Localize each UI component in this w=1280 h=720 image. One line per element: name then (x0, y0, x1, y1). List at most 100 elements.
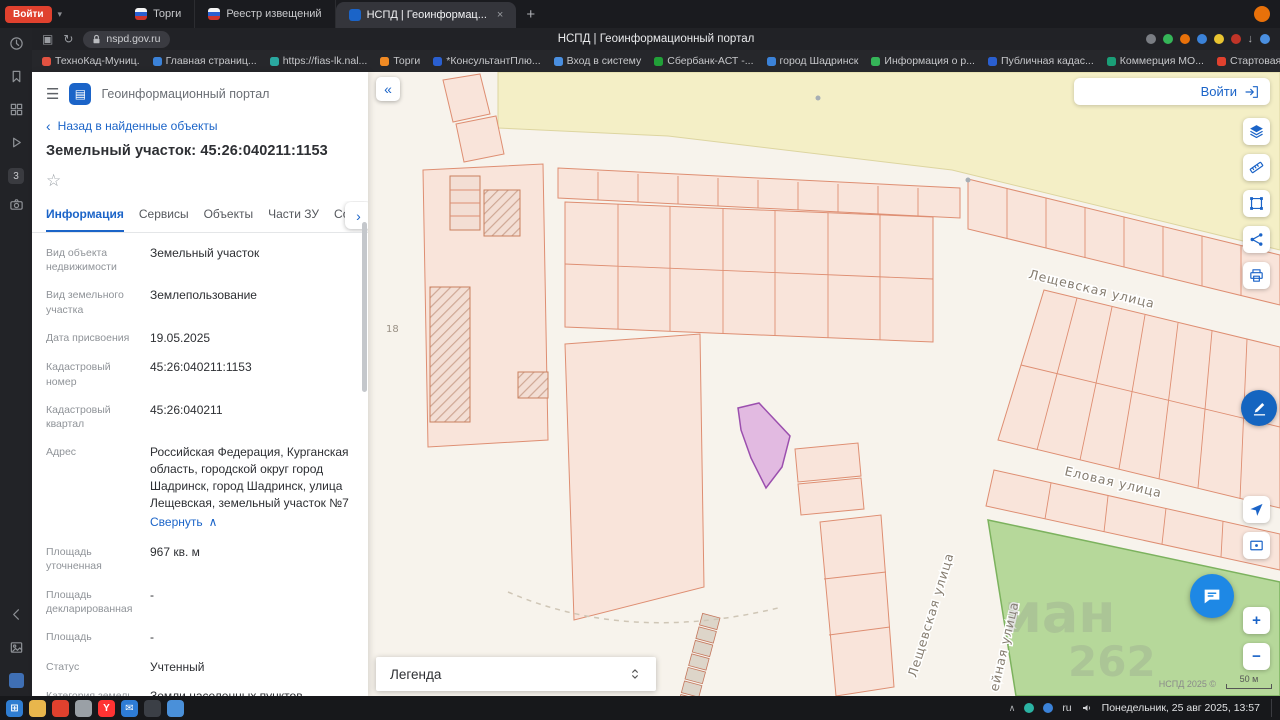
bookmark[interactable]: Информация о р... (871, 55, 975, 67)
print-button[interactable] (1243, 262, 1270, 289)
extensions-area: ↓ (1145, 33, 1270, 45)
apps-grid-icon[interactable] (9, 102, 24, 122)
panel-scrollbar[interactable] (362, 222, 367, 392)
browser-addressbar: ▣ ↻ nspd.gov.ru НСПД | Геоинформационный… (32, 28, 1280, 50)
bookmark[interactable]: *КонсультантПлю... (433, 55, 541, 67)
bookmark-favicon (433, 56, 443, 66)
url-field[interactable]: nspd.gov.ru (83, 30, 170, 48)
map-attribution: НСПД 2025 © (1158, 679, 1216, 689)
start-button[interactable]: ⊞ (6, 699, 23, 717)
field-row: Площадь - (46, 629, 154, 644)
bookmark[interactable]: https://fias-lk.nal... (269, 55, 367, 67)
back-link[interactable]: ‹ Назад в найденные объекты (32, 109, 368, 135)
clock[interactable]: Понедельник, 25 авг 2025, 13:57 (1102, 703, 1260, 714)
tab-services[interactable]: Сервисы (139, 207, 189, 232)
tab-favicon (208, 8, 221, 20)
history-icon[interactable] (9, 36, 24, 56)
browser-tab-reestr[interactable]: Реестр извещений (195, 0, 336, 28)
tab-close-icon[interactable]: × (497, 9, 503, 21)
browser-profile-button[interactable]: Войти (5, 5, 52, 23)
browser-tab-nspd-active[interactable]: НСПД | Геоинформац... × (335, 2, 517, 28)
extension-icon[interactable] (1179, 34, 1190, 44)
layers-button[interactable] (1243, 118, 1270, 145)
language-indicator[interactable]: ru (1062, 702, 1071, 714)
share-button[interactable] (1243, 226, 1270, 253)
bookmark[interactable]: город Шадринск (766, 55, 858, 67)
tab-objects[interactable]: Объекты (204, 207, 254, 232)
map-scale-area: НСПД 2025 © 50 м (1159, 674, 1272, 689)
collapse-rail-icon[interactable] (9, 607, 24, 627)
browser-avatar[interactable] (1254, 6, 1270, 22)
bookmark[interactable]: Главная страниц... (152, 55, 257, 67)
tab-information[interactable]: Информация (46, 207, 124, 232)
extension-icon[interactable] (1230, 34, 1241, 44)
app-icon-gray[interactable] (75, 699, 92, 717)
terminal-icon[interactable] (144, 699, 161, 717)
taskbar-apps: ⊞ Y ✉ (0, 699, 184, 717)
side-panel-icon[interactable]: ▣ (42, 32, 53, 46)
bookmark-icon[interactable] (9, 69, 24, 89)
map-point (815, 95, 821, 101)
camera-icon[interactable] (9, 197, 24, 217)
bookmark[interactable]: Публичная кадас... (987, 55, 1094, 67)
play-icon[interactable] (9, 135, 24, 155)
bookmark-favicon (871, 56, 881, 66)
extension-icon[interactable] (1145, 34, 1156, 44)
profile-icon[interactable] (1260, 34, 1270, 44)
bookmark-favicon (553, 56, 563, 66)
downloads-icon[interactable]: ↓ (1248, 33, 1254, 45)
bookmark[interactable]: Вход в систему (553, 55, 641, 67)
browser-tabstrip: Войти ▾ Торги Реестр извещений НСПД | Ге… (0, 0, 1280, 28)
extension-icon[interactable] (1162, 34, 1173, 44)
nspd-logo: ▤ (69, 83, 92, 105)
map-viewport[interactable]: Лещевская улица Лещевская улица Еловая у… (368, 72, 1280, 696)
reload-icon[interactable]: ↻ (63, 32, 73, 46)
map-point (965, 177, 971, 183)
extension-icon[interactable] (1196, 34, 1207, 44)
collapse-panel-button[interactable]: « (376, 77, 400, 101)
mail-icon[interactable]: ✉ (121, 699, 138, 717)
app-icon-red[interactable] (52, 699, 69, 717)
ruler-button[interactable] (1243, 154, 1270, 181)
menu-icon[interactable]: ☰ (46, 85, 59, 103)
tray-caret-icon[interactable]: ∧ (1009, 703, 1016, 714)
tab-favicon (348, 9, 361, 21)
draw-tools-button[interactable] (1241, 390, 1277, 426)
chevron-down-icon[interactable]: ▾ (58, 9, 63, 20)
tray-app-icon[interactable] (1043, 703, 1054, 713)
bookmark[interactable]: Сбербанк-АСТ -... (654, 55, 754, 67)
bookmark[interactable]: Коммерция МО... (1106, 55, 1204, 67)
my-location-button[interactable] (1243, 496, 1270, 523)
volume-icon[interactable] (1081, 702, 1093, 714)
edge-icon[interactable] (167, 699, 184, 717)
bookmark-favicon (42, 56, 51, 66)
extent-button[interactable] (1243, 532, 1270, 559)
expand-collapse-icon[interactable] (628, 667, 642, 681)
tray-app-icon[interactable] (1024, 703, 1035, 713)
bookmark-favicon (1216, 56, 1226, 66)
favorite-star-icon[interactable]: ☆ (32, 171, 368, 201)
object-fields: Вид объекта недвижимости Земельный участо… (32, 233, 368, 696)
browser-tab-torgi[interactable]: Торги (122, 0, 196, 28)
image-icon[interactable] (9, 640, 24, 660)
panel-app-icon[interactable] (8, 673, 24, 688)
yandex-browser-icon[interactable]: Y (98, 699, 115, 717)
show-desktop-button[interactable] (1271, 699, 1274, 717)
extension-icon[interactable] (1213, 34, 1224, 44)
bookmark[interactable]: Стартовая стран... (1216, 55, 1280, 67)
chat-button[interactable] (1190, 574, 1234, 618)
zoom-in-button[interactable]: + (1243, 607, 1270, 634)
bookmark[interactable]: Торги (380, 55, 420, 67)
collapse-address-link[interactable]: Свернуть ∧ (150, 514, 217, 531)
legend-bar[interactable]: Легенда (376, 657, 656, 691)
explorer-icon[interactable] (29, 699, 46, 717)
cadastral-map[interactable]: Лещевская улица Лещевская улица Еловая у… (368, 72, 1280, 696)
login-bar[interactable]: Войти (1074, 78, 1270, 105)
measure-area-button[interactable] (1243, 190, 1270, 217)
notifications-badge[interactable]: 3 (8, 168, 24, 184)
new-tab-button[interactable]: + (526, 6, 535, 23)
zoom-out-button[interactable]: − (1243, 643, 1270, 670)
bookmark[interactable]: ТехноКад-Муниц. (42, 55, 140, 67)
tab-parts[interactable]: Части ЗУ (268, 207, 319, 232)
bookmark-favicon (654, 56, 664, 66)
